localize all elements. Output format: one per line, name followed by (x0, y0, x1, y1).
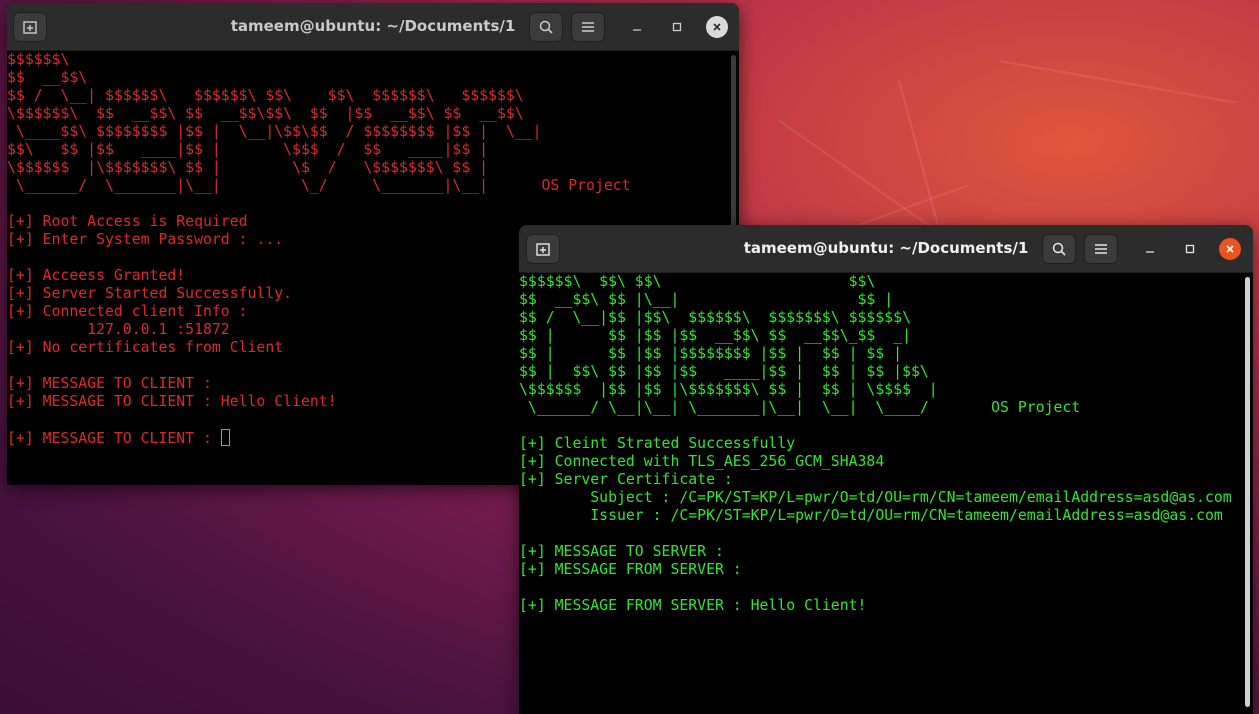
terminal-line: $$$$$$\ (7, 51, 70, 68)
search-icon (1052, 242, 1066, 256)
terminal-line: $$\ $$ |$$ ____|$$ | \$$$ / $$ ____|$$ | (7, 141, 489, 158)
terminal-line: \$$$$$$\ $$ __$$\ $$ __$$\$$\ $$ |$$ __$… (7, 105, 524, 122)
terminal-line: $$ __$$\ $$ |\__| $$ | (519, 291, 894, 308)
terminal-line: \______/ \__|\__| \_______|\__| \__| \__… (519, 399, 1081, 416)
hamburger-menu-icon (582, 22, 594, 32)
close-icon (1226, 245, 1234, 253)
search-button[interactable] (1042, 234, 1076, 264)
minimize-button[interactable] (1139, 238, 1161, 260)
terminal-line: Subject : /C=PK/ST=KP/L=pwr/O=td/OU=rm/C… (519, 489, 1232, 506)
terminal-line: $$$$$$\ $$\ $$\ $$\ (519, 273, 876, 290)
search-icon (539, 20, 553, 34)
terminal-line: \$$$$$$ |$$ |$$ |\$$$$$$$\ $$ | $$ | \$$… (519, 381, 938, 398)
terminal-line: [+] MESSAGE FROM SERVER : (519, 561, 742, 578)
terminal-line: \$$$$$$ |\$$$$$$$\ $$ | \$ / \$$$$$$$\ $… (7, 159, 489, 176)
terminal-line: $$ / \__| $$$$$$\ $$$$$$\ $$\ $$\ $$$$$$… (7, 87, 524, 104)
close-button[interactable] (1219, 238, 1241, 260)
terminal-line: Issuer : /C=PK/ST=KP/L=pwr/O=td/OU=rm/CN… (519, 507, 1223, 524)
menu-button[interactable] (571, 12, 605, 42)
titlebar: tameem@ubuntu: ~/Documents/1 (7, 3, 739, 51)
close-button[interactable] (706, 16, 728, 38)
scrollbar[interactable] (1245, 277, 1250, 707)
terminal-line: \______/ \_______|\__| \_/ \_______|\__|… (7, 177, 631, 194)
close-icon (713, 23, 721, 31)
maximize-icon (672, 22, 682, 32)
terminal-line: [+] MESSAGE TO SERVER : (519, 543, 724, 560)
maximize-icon (1185, 244, 1195, 254)
terminal-line: \____$$\ $$$$$$$$ |$$ | \__|\$$\$$ / $$$… (7, 123, 542, 140)
maximize-button[interactable] (666, 16, 688, 38)
terminal-line: [+] Cleint Strated Successfully (519, 435, 796, 452)
terminal-line: $$ | $$ |$$ |$$ __$$\ $$ __$$\_$$ _| (519, 327, 911, 344)
maximize-button[interactable] (1179, 238, 1201, 260)
minimize-icon (1146, 251, 1154, 253)
terminal-line: [+] Server Certificate : (519, 471, 733, 488)
terminal-line: [+] Connected with TLS_AES_256_GCM_SHA38… (519, 453, 885, 470)
menu-button[interactable] (1084, 234, 1118, 264)
terminal-output[interactable]: $$$$$$\ $$\ $$\ $$\ $$ __$$\ $$ |\__| $$ … (519, 273, 1245, 714)
terminal-line: $$ / \__|$$ |$$\ $$$$$$\ $$$$$$$\ $$$$$$… (519, 309, 911, 326)
minimize-icon (633, 29, 641, 31)
hamburger-menu-icon (1095, 244, 1107, 254)
terminal-cursor (220, 429, 230, 446)
terminal-line: [+] MESSAGE FROM SERVER : Hello Client! (519, 597, 867, 614)
terminal-line: $$ | $$\ $$ |$$ |$$ ____|$$ | $$ | $$ |$… (519, 363, 929, 380)
minimize-button[interactable] (626, 16, 648, 38)
terminal-line: $$ | $$ |$$ |$$$$$$$$ |$$ | $$ | $$ | (519, 345, 903, 362)
terminal-line: $$ __$$\ (7, 69, 88, 86)
titlebar: tameem@ubuntu: ~/Documents/1 (519, 225, 1253, 273)
client-terminal-window: tameem@ubuntu: ~/Documents/1 $$$$$$\ $$\… (519, 225, 1253, 714)
search-button[interactable] (529, 12, 563, 42)
